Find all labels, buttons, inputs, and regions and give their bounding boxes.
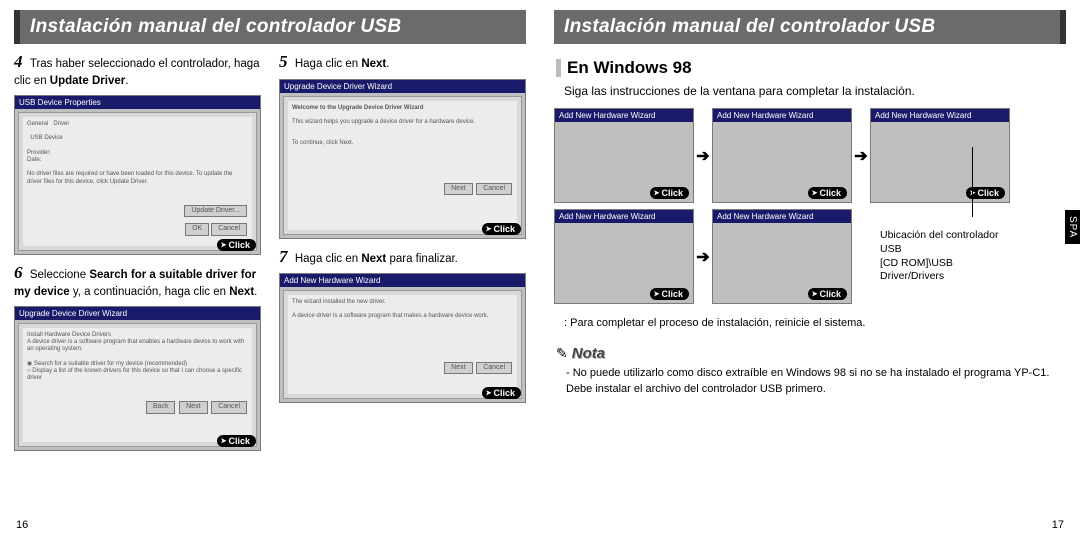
page-number-right: 17 xyxy=(1052,519,1064,531)
page-title-right: Instalación manual del controlador USB xyxy=(554,10,1066,44)
subheading: En Windows 98 xyxy=(556,58,1066,78)
language-tab: SPA xyxy=(1065,210,1080,244)
thumb-3: Add New Hardware Wizard Click xyxy=(870,108,1010,203)
screenshot-step7: Add New Hardware Wizard The wizard insta… xyxy=(279,273,526,403)
screenshot-step5: Upgrade Device Driver Wizard Welcome to … xyxy=(279,79,526,239)
step-7-num: 7 xyxy=(279,247,288,266)
screenshot-step4: USB Device Properties General Driver USB… xyxy=(14,95,261,255)
thumb-5: Add New Hardware Wizard Click xyxy=(712,209,852,304)
screenshot-step6: Upgrade Device Driver Wizard Install Har… xyxy=(14,306,261,451)
click-badge: Click xyxy=(217,435,256,447)
thumb-1: Add New Hardware Wizard Click xyxy=(554,108,694,203)
step-7: 7 Haga clic en Next para finalizar. xyxy=(279,247,526,268)
click-badge: Click xyxy=(482,387,521,399)
page-title-left: Instalación manual del controlador USB xyxy=(14,10,526,44)
step-6: 6 Seleccione Search for a suitable drive… xyxy=(14,263,261,300)
page-left: Instalación manual del controlador USB 4… xyxy=(0,0,540,539)
note-heading: ✎ Nota xyxy=(556,345,1066,362)
note-body: - No puede utilizarlo como disco extraíb… xyxy=(566,366,1066,397)
step-5-num: 5 xyxy=(279,52,288,71)
arrow-icon: ➔ xyxy=(852,146,870,166)
click-badge: Click xyxy=(482,223,521,235)
intro-text: Siga las instrucciones de la ventana par… xyxy=(564,84,1066,98)
thumb-4: Add New Hardware Wizard Click xyxy=(554,209,694,304)
step-5: 5 Haga clic en Next. xyxy=(279,52,526,73)
arrow-icon: ➔ xyxy=(694,146,712,166)
thumb-2: Add New Hardware Wizard Click xyxy=(712,108,852,203)
step-4-num: 4 xyxy=(14,52,23,71)
step-6-num: 6 xyxy=(14,263,23,282)
thumbnail-grid: Add New Hardware Wizard Click ➔ Add New … xyxy=(554,108,1066,304)
arrow-icon: ➔ xyxy=(694,247,712,267)
pencil-icon: ✎ xyxy=(556,345,568,362)
tip-text: : Para completar el proceso de instalaci… xyxy=(564,316,1066,331)
driver-location-caption: Ubicación del controlador USB [CD ROM]\U… xyxy=(880,229,1010,284)
click-badge: Click xyxy=(217,239,256,251)
subhead-accent-icon xyxy=(556,59,561,77)
page-right: Instalación manual del controlador USB E… xyxy=(540,0,1080,539)
page-number-left: 16 xyxy=(16,519,28,531)
step-4: 4 Tras haber seleccionado el controlador… xyxy=(14,52,261,89)
col-right: 5 Haga clic en Next. Upgrade Device Driv… xyxy=(279,52,526,459)
col-left: 4 Tras haber seleccionado el controlador… xyxy=(14,52,261,459)
